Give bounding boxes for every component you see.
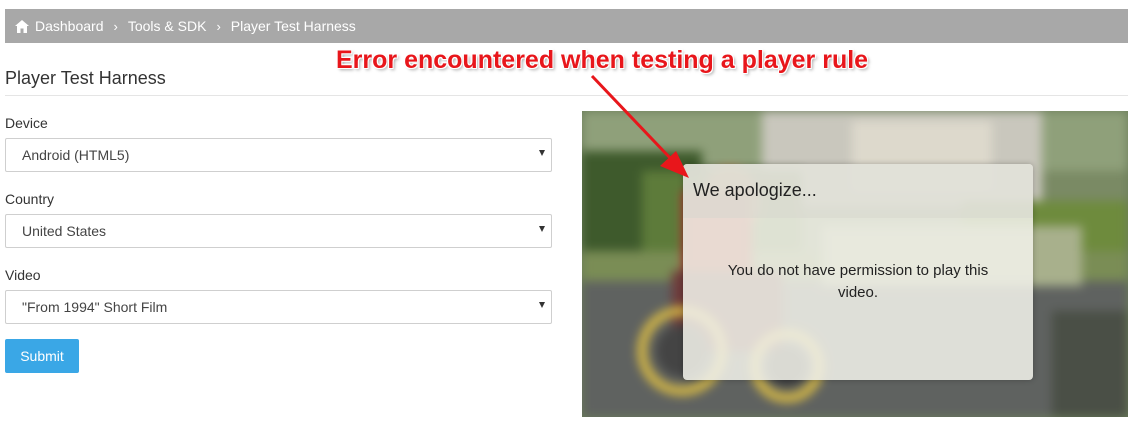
title-divider (5, 95, 1128, 96)
caret-down-icon (539, 150, 545, 156)
breadcrumb-item-dashboard[interactable]: Dashboard (15, 18, 104, 34)
error-title: We apologize... (683, 164, 1033, 218)
country-select[interactable]: United States (5, 214, 552, 248)
device-select-value: Android (HTML5) (22, 147, 130, 163)
breadcrumb-label: Player Test Harness (230, 18, 356, 34)
video-player[interactable]: We apologize... You do not have permissi… (582, 111, 1128, 417)
breadcrumb-item-player-test-harness[interactable]: Player Test Harness (231, 18, 356, 34)
chevron-right-icon: › (113, 18, 118, 34)
breadcrumb-label: Dashboard (35, 18, 104, 34)
submit-button[interactable]: Submit (5, 339, 79, 373)
page-title: Player Test Harness (5, 68, 166, 88)
device-label: Device (5, 115, 48, 131)
country-select-value: United States (22, 223, 107, 239)
country-label: Country (5, 191, 55, 207)
error-dialog: We apologize... You do not have permissi… (683, 164, 1033, 380)
breadcrumb-item-tools-sdk[interactable]: Tools & SDK (128, 18, 207, 34)
home-icon (15, 19, 29, 33)
device-select[interactable]: Android (HTML5) (5, 138, 552, 172)
caret-down-icon (539, 226, 545, 232)
caret-down-icon (539, 302, 545, 308)
chevron-right-icon: › (216, 18, 221, 34)
error-message: You do not have permission to play this … (727, 262, 989, 301)
video-label: Video (5, 267, 41, 283)
annotation-callout: Error encountered when testing a player … (336, 46, 869, 74)
breadcrumb-label: Tools & SDK (127, 18, 207, 34)
breadcrumb: Dashboard › Tools & SDK › Player Test Ha… (5, 9, 1128, 43)
video-select[interactable]: "From 1994" Short Film (5, 290, 552, 324)
video-select-value: "From 1994" Short Film (22, 299, 168, 315)
